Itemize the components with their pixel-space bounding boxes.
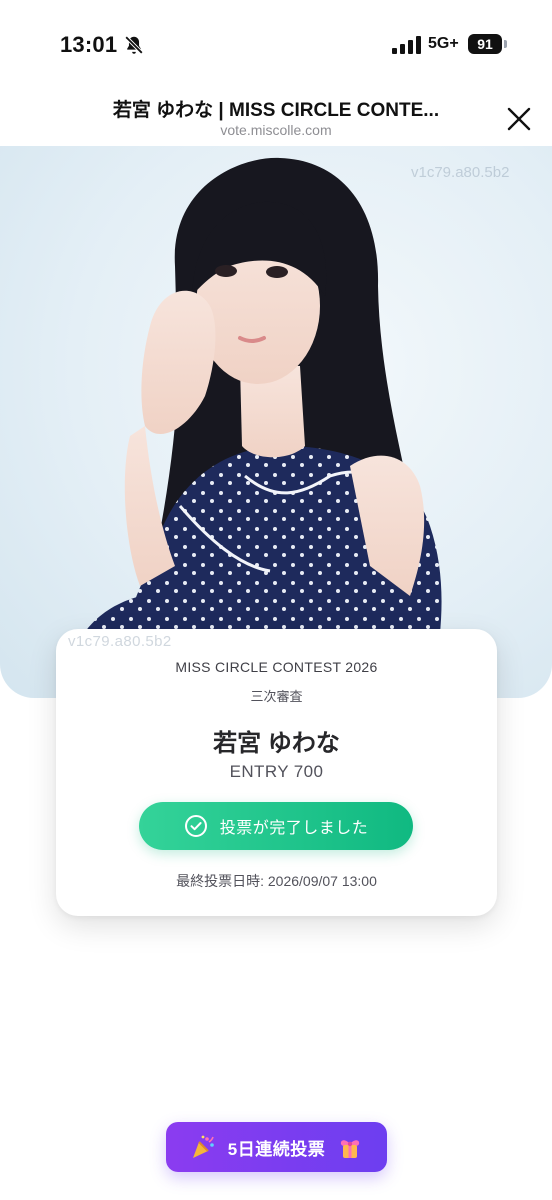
network-type: 5G+ bbox=[428, 35, 459, 52]
streak-vote-button[interactable]: 5日連続投票 bbox=[166, 1122, 387, 1172]
stage-label: 三次審査 bbox=[250, 689, 303, 704]
contest-name: MISS CIRCLE CONTEST 2026 bbox=[175, 659, 378, 675]
vote-status-label: 投票が完了しました bbox=[219, 820, 369, 837]
contestant-photo: v1c79.a80.5b2 bbox=[0, 146, 552, 698]
bell-off-icon bbox=[124, 35, 144, 55]
vote-page: 13:01 5G+ 91 若宮 ゆわな | MISS CIRCLE CONTE.… bbox=[0, 0, 552, 1200]
battery-icon: 91 bbox=[468, 34, 508, 54]
party-popper-icon bbox=[192, 1135, 214, 1158]
photo-watermark: v1c79.a80.5b2 bbox=[411, 164, 509, 181]
vote-card: v1c79.a80.5b2 MISS CIRCLE CONTEST 2026 三… bbox=[56, 629, 497, 916]
status-time: 13:01 bbox=[60, 32, 118, 57]
portrait-illustration: v1c79.a80.5b2 bbox=[60, 157, 509, 698]
close-icon[interactable] bbox=[500, 100, 538, 138]
status-bar: 13:01 5G+ 91 bbox=[0, 0, 552, 80]
streak-label: 5日連続投票 bbox=[227, 1139, 326, 1159]
browser-header: 若宮 ゆわな | MISS CIRCLE CONTE... vote.misco… bbox=[0, 80, 552, 146]
card-watermark: v1c79.a80.5b2 bbox=[68, 633, 172, 650]
vote-complete-button[interactable]: 投票が完了しました bbox=[139, 802, 413, 850]
page-url: vote.miscolle.com bbox=[220, 122, 332, 138]
vote-deadline: 最終投票日時: 2026/09/07 13:00 bbox=[176, 873, 377, 889]
signal-icon bbox=[392, 36, 421, 54]
battery-cap bbox=[504, 40, 507, 48]
battery-level: 91 bbox=[468, 34, 502, 54]
entry-number: ENTRY 700 bbox=[229, 762, 324, 781]
page-title: 若宮 ゆわな | MISS CIRCLE CONTE... bbox=[112, 100, 440, 121]
contestant-name: 若宮 ゆわな bbox=[213, 730, 340, 757]
ribbon-gift-icon bbox=[341, 1140, 360, 1158]
check-circle-icon bbox=[184, 815, 207, 837]
